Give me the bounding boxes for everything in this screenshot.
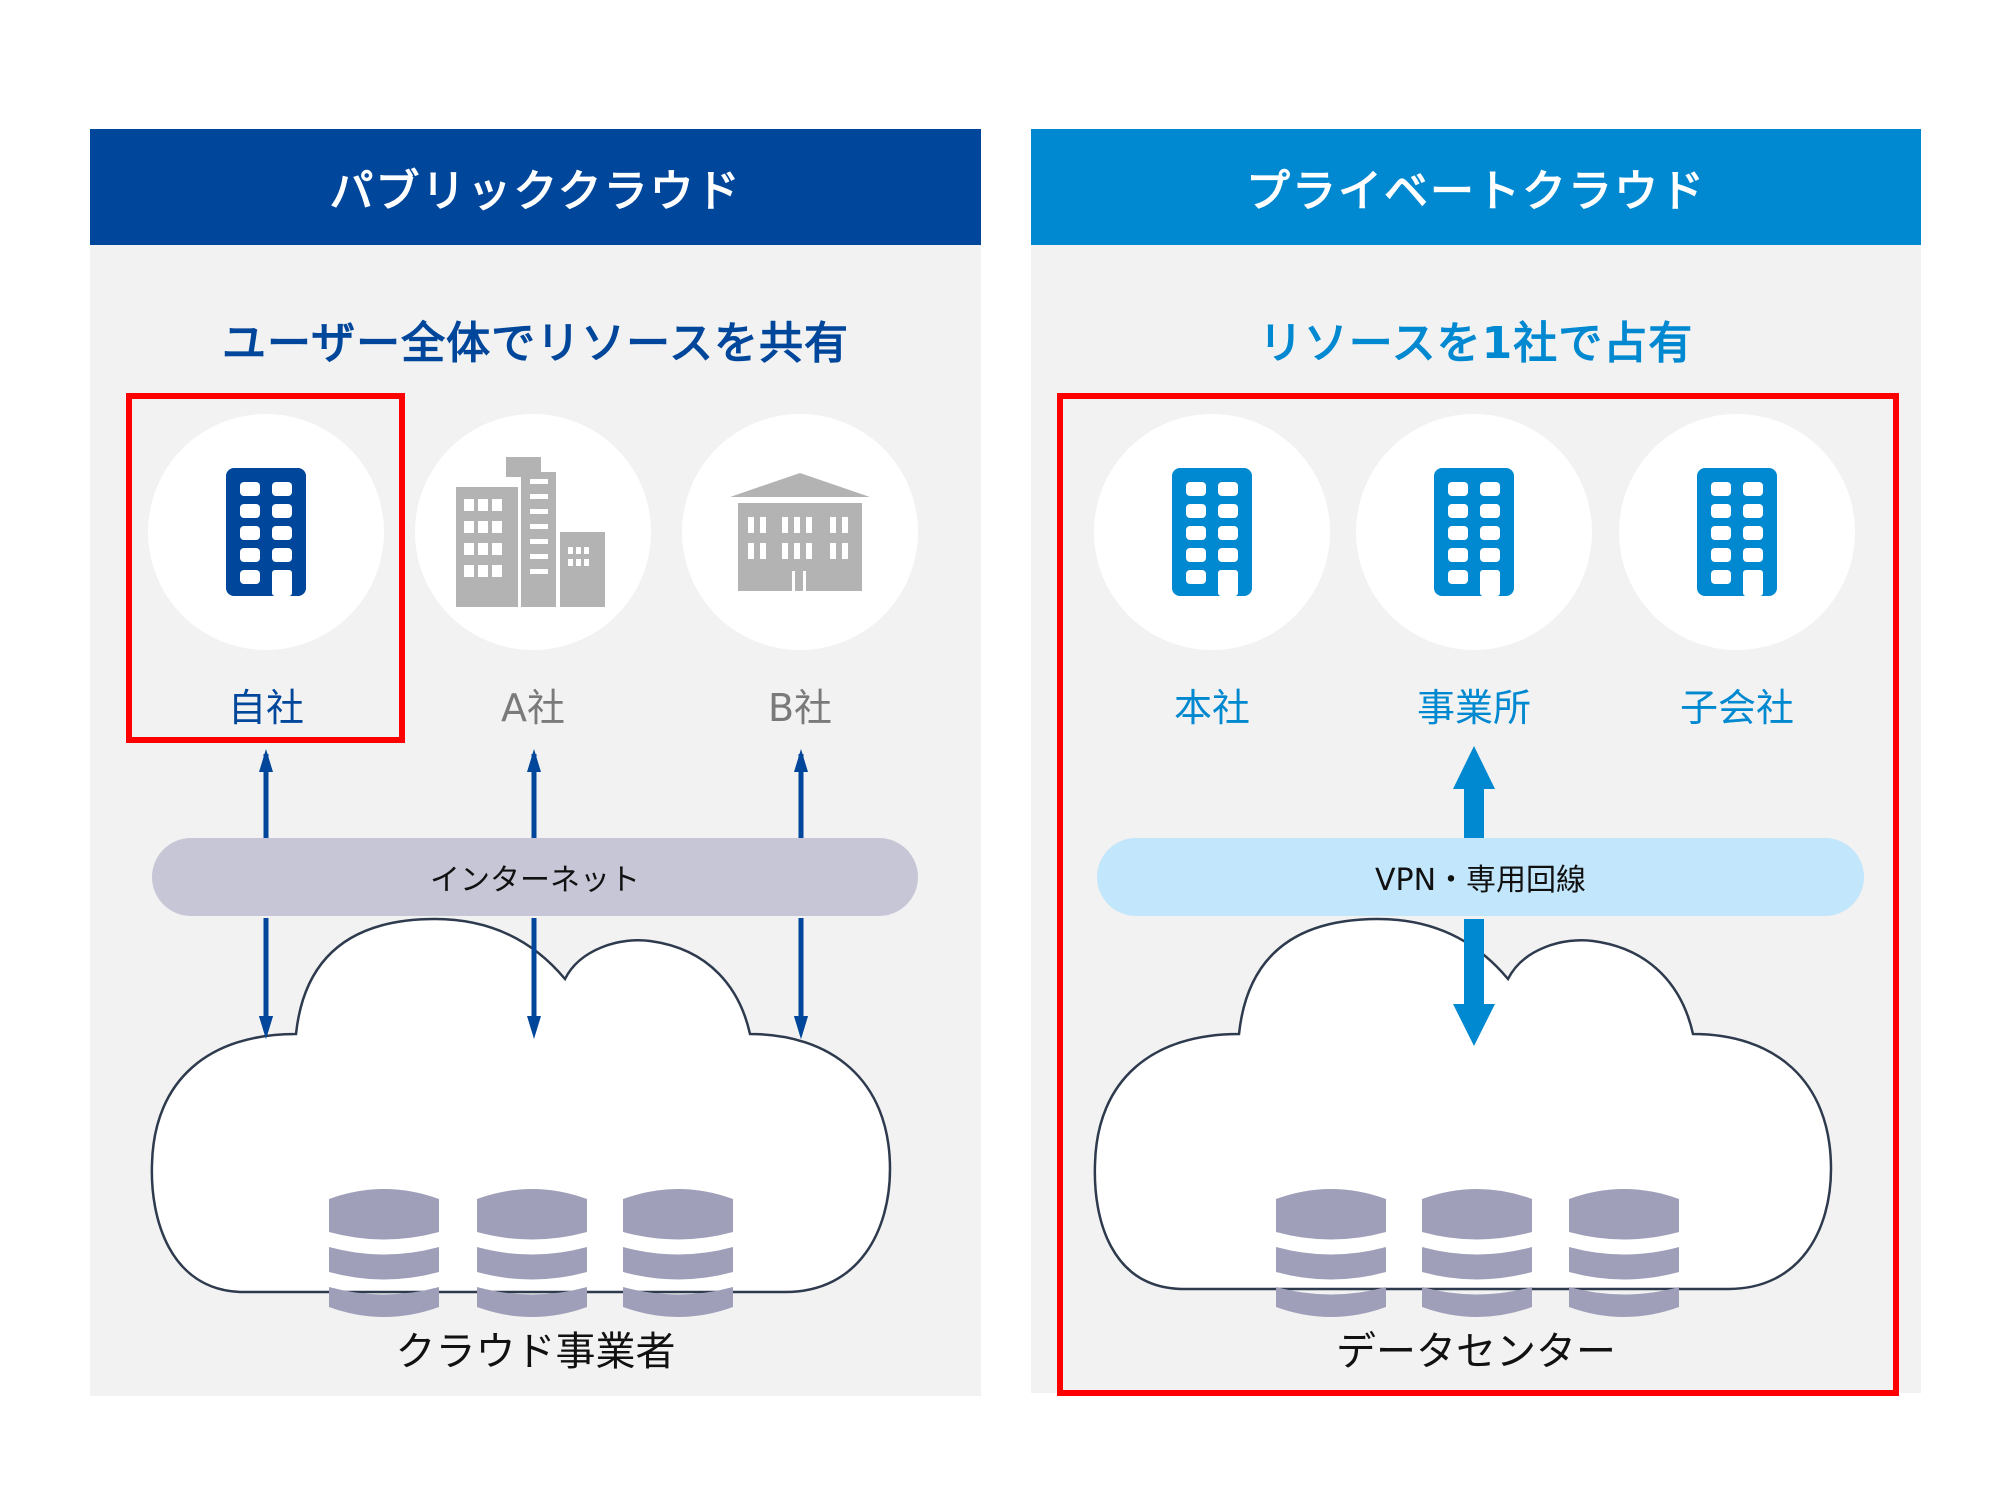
public-cloud-panel: パブリッククラウド ユーザー全体でリソースを共有 自社 A社 B社 インターネッ… <box>90 129 981 1396</box>
database-icon <box>477 1189 587 1317</box>
cloud-provider-label: クラウド事業者 <box>395 1329 676 1375</box>
highlight-box-private-cloud <box>1057 393 1899 1396</box>
database-icon <box>329 1189 439 1317</box>
database-icon <box>623 1189 733 1317</box>
highlight-box-own-company <box>126 393 405 743</box>
public-database-group <box>329 1189 733 1317</box>
